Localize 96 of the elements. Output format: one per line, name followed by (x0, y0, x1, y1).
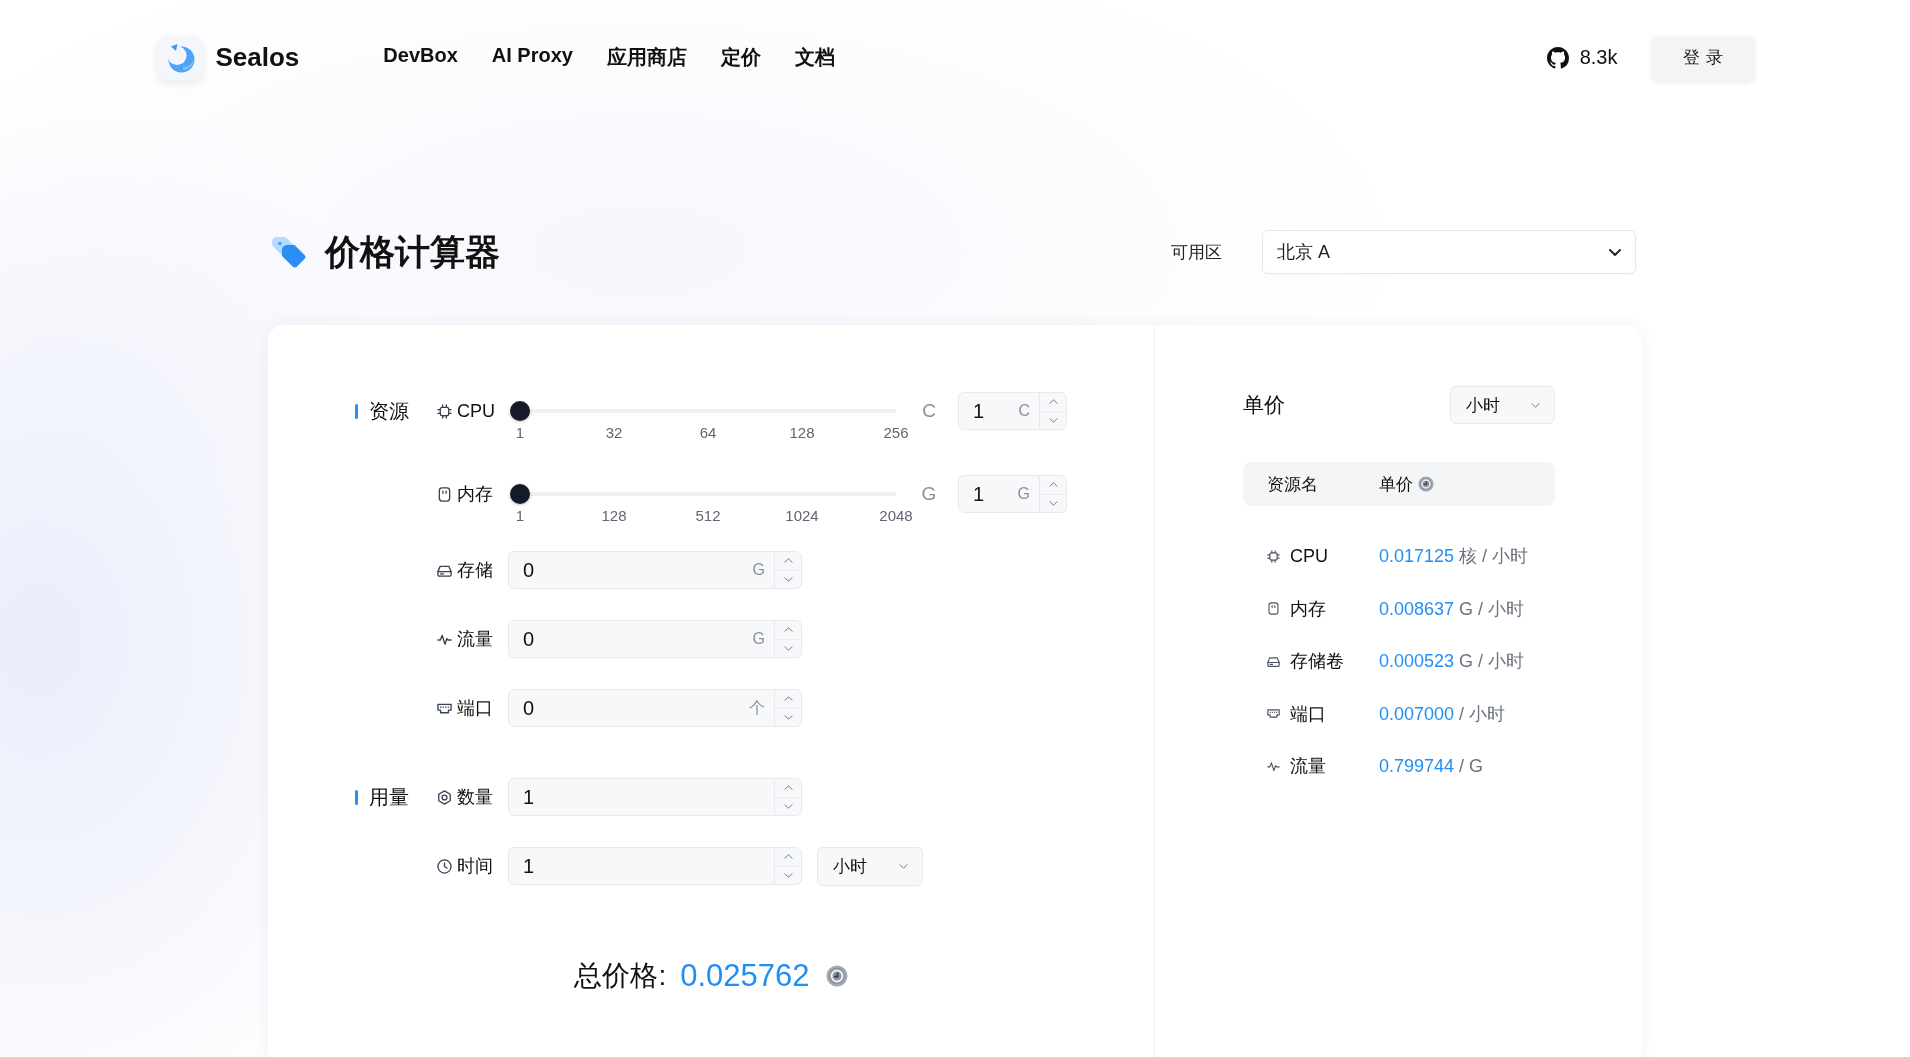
slider-thumb[interactable] (510, 401, 530, 421)
chevron-up-icon[interactable] (783, 558, 793, 564)
chevron-up-icon[interactable] (783, 696, 793, 702)
brand-name[interactable]: Sealos (215, 42, 300, 73)
memory-card-icon (437, 486, 452, 502)
chevron-down-icon (899, 863, 908, 869)
field-label: 时间 (457, 855, 493, 878)
chevron-down-icon[interactable] (783, 645, 793, 651)
field-label: 内存 (457, 483, 493, 506)
chevron-up-icon[interactable] (1048, 482, 1058, 488)
unit-price: 0.000523 G / 小时 (1379, 650, 1525, 673)
number-input[interactable]: 1 C (958, 392, 1067, 430)
unit-label: G (920, 483, 938, 505)
chip-icon (1267, 549, 1280, 563)
column-header: 单价 (1379, 473, 1413, 496)
zone-select[interactable]: 北京 A (1262, 230, 1636, 274)
unit-price: 0.008637 G / 小时 (1379, 597, 1525, 621)
chevron-down-icon[interactable] (1048, 500, 1058, 506)
section-title: 资源 (369, 398, 409, 424)
tag-icon (270, 235, 306, 269)
resource-name: 内存 (1290, 597, 1327, 621)
zone-label: 可用区 (1171, 241, 1222, 264)
tick-label: 1 (515, 425, 525, 441)
resource-name: 端口 (1290, 702, 1327, 726)
unit-label: C (921, 400, 937, 422)
resource-name: 流量 (1290, 755, 1327, 778)
ethernet-port-icon (1267, 707, 1280, 720)
tick-label: 2048 (879, 508, 913, 524)
panel-title: 单价 (1243, 392, 1285, 418)
field-label: 存储 (457, 559, 493, 582)
star-count[interactable]: 8.3k (1579, 46, 1618, 69)
clock-badge-icon[interactable] (1418, 476, 1434, 492)
time-unit-select[interactable]: 小时 (817, 846, 923, 886)
nav-link[interactable]: 应用商店 (606, 44, 687, 71)
login-button[interactable]: 登录 (1651, 35, 1754, 80)
chevron-up-icon[interactable] (783, 854, 793, 860)
chevron-down-icon[interactable] (783, 714, 793, 720)
unit-suffix: G (1017, 485, 1030, 503)
chevron-down-icon[interactable] (1048, 417, 1058, 423)
field-label: CPU (457, 400, 495, 422)
column-header: 资源名 (1267, 474, 1318, 494)
chevron-down-icon[interactable] (783, 803, 793, 809)
pulse-icon (1267, 759, 1280, 773)
number-input[interactable]: 0 G (508, 551, 802, 589)
chevron-up-icon[interactable] (783, 785, 793, 791)
tick-label: 32 (605, 425, 623, 441)
tick-label: 128 (789, 425, 815, 441)
tick-label: 64 (699, 425, 717, 441)
field-label: 端口 (457, 697, 493, 720)
nav-link[interactable]: 定价 (720, 44, 761, 71)
nav-link[interactable]: AI Proxy (491, 44, 573, 71)
chevron-down-icon (1531, 402, 1540, 408)
unit-price: 0.007000 / 小时 (1379, 702, 1506, 726)
chip-icon (437, 403, 452, 419)
total-price: 0.025762 (680, 958, 810, 994)
number-input[interactable]: 0 G (508, 620, 802, 658)
number-input[interactable]: 1 (508, 778, 802, 816)
unit-price: 0.017125 核 / 小时 (1379, 545, 1529, 568)
chevron-down-icon[interactable] (783, 576, 793, 582)
unit-suffix: 个 (749, 697, 765, 718)
tick-label: 1024 (785, 508, 819, 524)
period-select[interactable]: 小时 (1450, 386, 1555, 424)
slider-thumb[interactable] (510, 484, 530, 504)
unit-suffix: G (752, 561, 765, 579)
unit-suffix: C (1018, 402, 1030, 420)
section-title: 用量 (369, 784, 409, 810)
resource-name: 存储卷 (1290, 650, 1345, 673)
github-icon[interactable] (1546, 46, 1569, 69)
section-bar-icon (355, 789, 358, 805)
field-label: 流量 (457, 628, 493, 651)
number-input[interactable]: 1 (508, 847, 802, 885)
section-bar-icon (355, 403, 358, 419)
tick-label: 128 (601, 508, 627, 524)
clock-badge-icon[interactable] (825, 965, 848, 987)
memory-card-icon (1267, 602, 1280, 615)
chevron-down-icon[interactable] (783, 872, 793, 878)
chevron-down-icon (1609, 248, 1621, 256)
chevron-up-icon[interactable] (783, 627, 793, 633)
nav-link[interactable]: DevBox (383, 44, 458, 71)
number-input[interactable]: 1 G (958, 475, 1067, 513)
tick-label: 512 (695, 508, 721, 524)
tick-label: 256 (883, 425, 909, 441)
resource-name: CPU (1290, 545, 1329, 567)
page-title: 价格计算器 (325, 230, 500, 273)
hex-nut-icon (437, 789, 452, 805)
nav-link[interactable]: 文档 (794, 44, 835, 71)
hard-drive-icon (1267, 654, 1280, 668)
unit-suffix: G (752, 630, 765, 648)
chevron-up-icon[interactable] (1048, 399, 1058, 405)
tick-label: 1 (515, 508, 525, 524)
unit-price: 0.799744 / G (1379, 755, 1484, 777)
number-input[interactable]: 0 个 (508, 689, 802, 727)
total-label: 总价格: (574, 959, 667, 993)
clock-icon (437, 858, 452, 874)
field-label: 数量 (457, 786, 493, 809)
logo-icon[interactable] (156, 34, 203, 81)
